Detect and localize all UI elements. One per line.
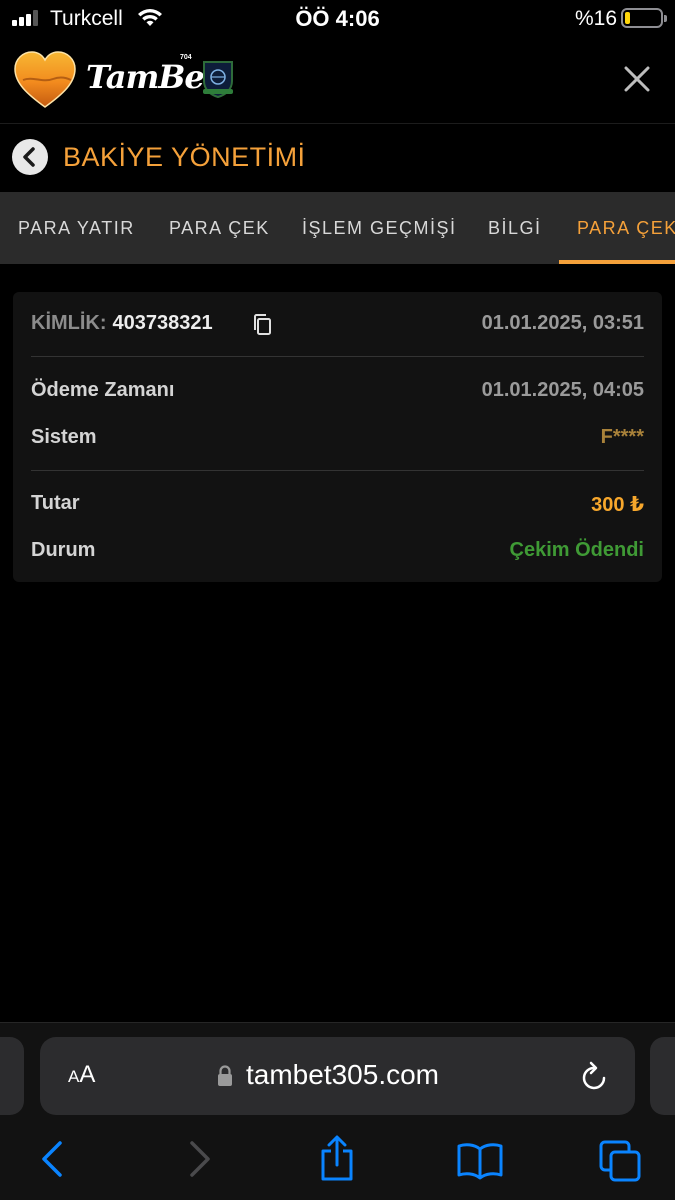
status-bar: Turkcell ÖÖ 4:06 %16: [0, 0, 675, 40]
status-time: ÖÖ 4:06: [295, 6, 380, 31]
tabs-icon[interactable]: [598, 1139, 644, 1183]
tab-para-cek-active[interactable]: PARA ÇEK: [577, 192, 675, 264]
amount-row: Tutar 300 ₺: [31, 492, 644, 522]
active-tab-indicator: [559, 260, 675, 264]
club-emblem-icon: [203, 61, 233, 99]
battery-icon: [621, 8, 667, 28]
amount-label: Tutar: [31, 492, 80, 514]
battery-level-fill: [625, 12, 630, 24]
url-text[interactable]: tambet305.com: [246, 1059, 439, 1091]
payment-time-row: Ödeme Zamanı 01.01.2025, 04:05: [31, 379, 644, 409]
chevron-left-icon: [23, 147, 35, 167]
battery-percent: %16: [575, 7, 618, 30]
forward-arrow-icon: [190, 1141, 210, 1177]
status-row: Durum Çekim Ödendi: [31, 539, 644, 569]
next-tab-preview[interactable]: [650, 1037, 675, 1115]
close-icon[interactable]: [620, 62, 654, 96]
page-title: BAKİYE YÖNETİMİ: [63, 142, 306, 172]
bookmarks-icon[interactable]: [456, 1141, 504, 1181]
address-bar[interactable]: AA tambet305.com: [40, 1037, 635, 1115]
back-button[interactable]: [12, 139, 48, 175]
system-label: Sistem: [31, 426, 97, 448]
transaction-id-label: KİMLİK:: [31, 312, 107, 334]
logo-badge: 704: [180, 54, 192, 61]
tab-bilgi[interactable]: BİLGİ: [488, 192, 542, 264]
tab-para-yatir[interactable]: PARA YATIR: [18, 192, 135, 264]
tab-bar: PARA YATIR PARA ÇEK İŞLEM GEÇMİŞİ BİLGİ …: [0, 192, 675, 264]
transaction-id-value: 403738321: [112, 312, 213, 334]
payment-time-value: 01.01.2025, 04:05: [481, 379, 644, 401]
payment-time-label: Ödeme Zamanı: [31, 379, 175, 401]
lock-icon: [218, 1065, 232, 1086]
amount-value: 300 ₺: [591, 494, 644, 516]
page-title-row: BAKİYE YÖNETİMİ: [0, 124, 675, 192]
transaction-card: KİMLİK: 403738321 01.01.2025, 03:51 Ödeme…: [13, 292, 662, 582]
transaction-created-time: 01.01.2025, 03:51: [481, 312, 644, 334]
back-arrow-icon[interactable]: [38, 1139, 66, 1179]
brand-logo-text[interactable]: TamBet: [86, 58, 219, 96]
tab-para-cek[interactable]: PARA ÇEK: [169, 192, 270, 264]
status-label: Durum: [31, 539, 96, 561]
divider: [31, 356, 644, 357]
divider: [31, 470, 644, 471]
system-row: Sistem F****: [31, 426, 644, 456]
status-value: Çekim Ödendi: [509, 539, 644, 561]
previous-tab-preview[interactable]: [0, 1037, 24, 1115]
system-value: F****: [600, 426, 644, 448]
transaction-id-row: KİMLİK: 403738321 01.01.2025, 03:51: [31, 312, 644, 342]
heart-logo-icon[interactable]: [13, 50, 77, 110]
copy-icon[interactable]: [251, 313, 273, 337]
reload-icon[interactable]: [580, 1059, 610, 1093]
tab-islem-gecmisi[interactable]: İŞLEM GEÇMİŞİ: [302, 192, 457, 264]
site-header: TamBet 704: [0, 40, 675, 124]
browser-toolbar: AA tambet305.com: [0, 1022, 675, 1200]
reader-settings-button[interactable]: AA: [68, 1061, 95, 1089]
share-icon[interactable]: [318, 1135, 356, 1183]
